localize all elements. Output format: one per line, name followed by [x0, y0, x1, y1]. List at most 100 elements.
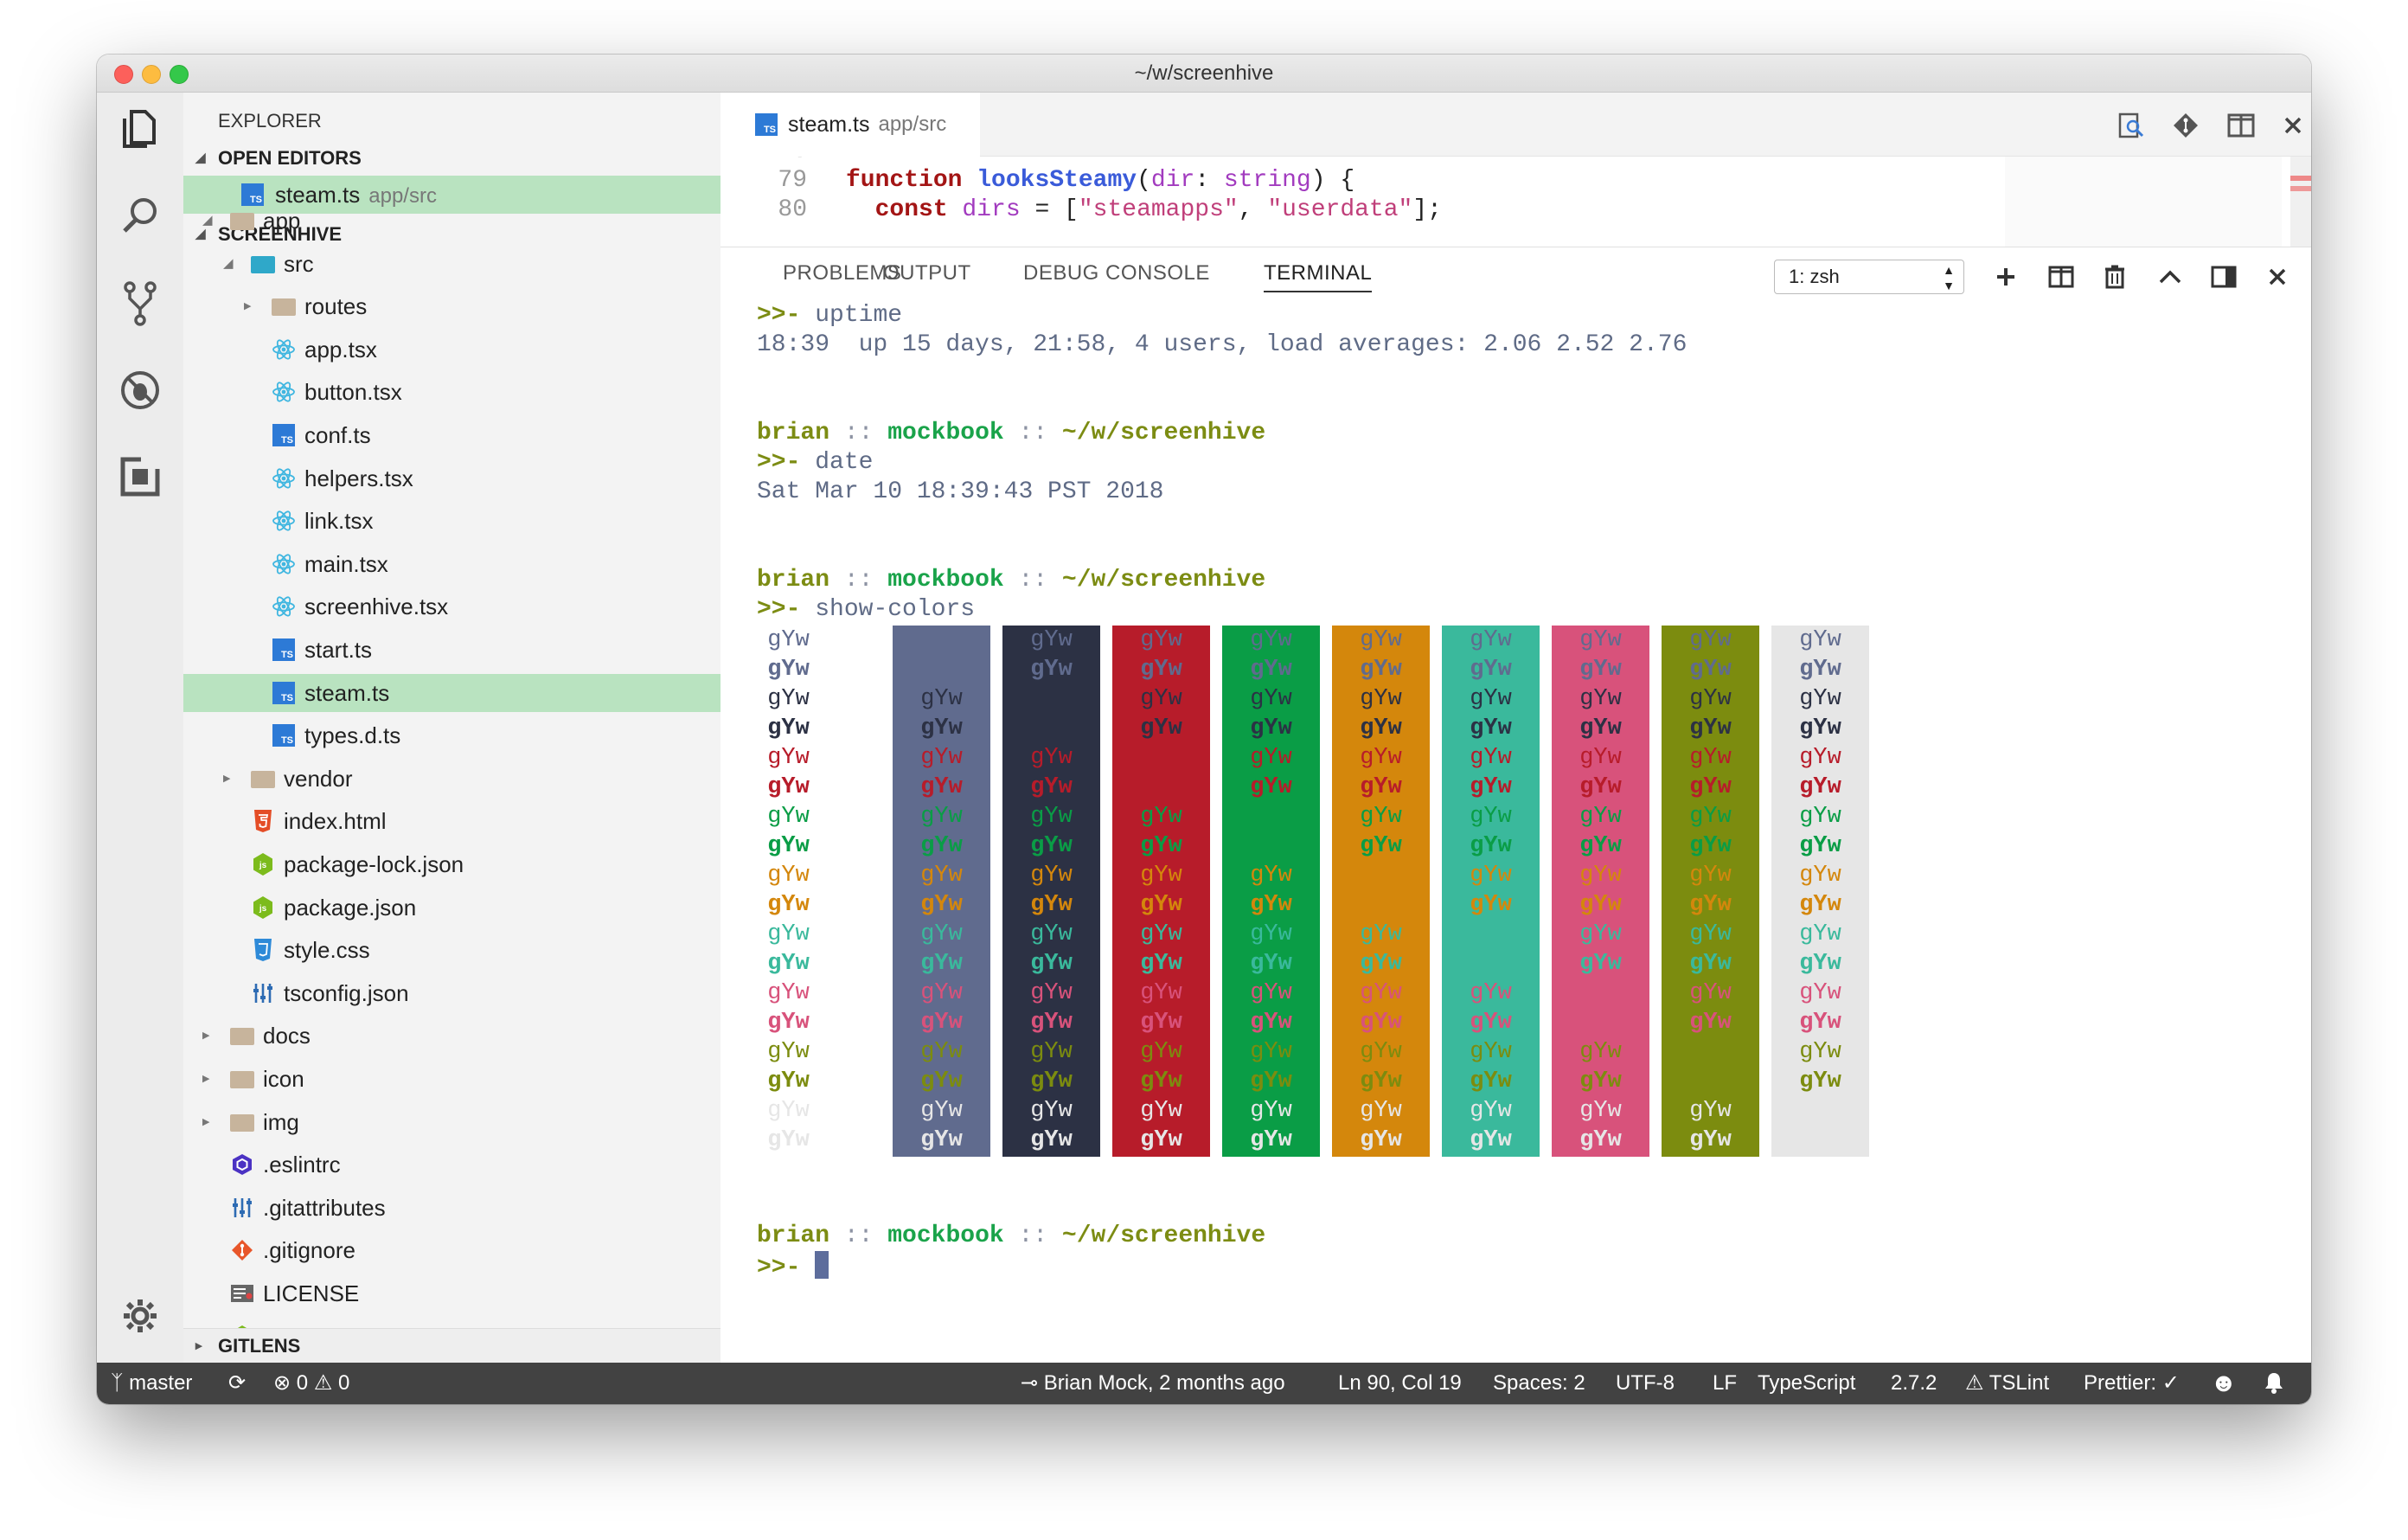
file-item[interactable]: .gitattributes — [183, 1189, 720, 1227]
encoding[interactable]: UTF-8 — [1616, 1363, 1675, 1404]
scroll-marker — [2290, 186, 2311, 191]
tree-item-label: index.html — [284, 808, 387, 835]
color-sample: gYw — [1250, 686, 1292, 712]
color-sample: gYw — [1140, 686, 1182, 712]
close-window-button[interactable] — [114, 65, 133, 84]
color-sample: gYw — [767, 715, 810, 741]
tab-terminal[interactable]: TERMINAL — [1264, 261, 1373, 292]
problems-status[interactable]: ⊗ 0 ⚠ 0 — [273, 1363, 349, 1404]
folder-item[interactable]: ◢ src — [183, 245, 720, 283]
trash-icon[interactable] — [2097, 260, 2132, 294]
file-item[interactable]: tsconfig.json — [183, 974, 720, 1012]
config-file-icon — [251, 981, 275, 1005]
ts-version[interactable]: 2.7.2 — [1891, 1363, 1937, 1404]
prettier-status[interactable]: Prettier: ✓ — [2084, 1363, 2180, 1404]
chevron-right-icon[interactable]: ▶ — [202, 1017, 209, 1055]
language-mode[interactable]: TypeScript — [1758, 1363, 1855, 1404]
color-sample: gYw — [1470, 686, 1512, 712]
file-item[interactable]: TS start.ts — [183, 631, 720, 669]
git-blame-status[interactable]: ⊸ Brian Mock, 2 months ago — [1021, 1363, 1285, 1404]
chevron-down-icon[interactable]: ◢ — [223, 245, 234, 283]
file-item[interactable]: button.tsx — [183, 373, 720, 411]
code-editor[interactable]: 78 79 function looksSteamy(dir: string) {8… — [720, 157, 2311, 247]
color-sample: gYw — [1689, 686, 1732, 712]
file-item[interactable]: .gitignore — [183, 1231, 720, 1269]
file-item[interactable]: app.tsx — [183, 330, 720, 369]
smiley-icon[interactable]: ☻ — [2210, 1363, 2238, 1404]
zoom-window-button[interactable] — [170, 65, 189, 84]
search-icon[interactable] — [116, 191, 164, 240]
explorer-icon[interactable] — [116, 105, 164, 153]
tab-debug-console[interactable]: DEBUG CONSOLE — [1023, 261, 1210, 286]
chevron-right-icon[interactable]: ▶ — [244, 287, 251, 325]
color-sample: gYw — [1799, 745, 1841, 771]
color-sample: gYw — [920, 980, 963, 1006]
tslint-status[interactable]: ⚠ TSLint — [1965, 1363, 2049, 1404]
folder-item[interactable]: ▶ docs — [183, 1017, 720, 1055]
file-item[interactable]: TS steam.ts — [183, 673, 720, 712]
indentation[interactable]: Spaces: 2 — [1493, 1363, 1585, 1404]
close-editor-icon[interactable] — [2277, 110, 2309, 141]
color-sample: gYw — [1470, 745, 1512, 771]
end-of-line[interactable]: LF — [1713, 1363, 1737, 1404]
color-sample: gYw — [767, 833, 810, 859]
folder-item[interactable]: ▶ routes — [183, 287, 720, 325]
bell-icon[interactable] — [2264, 1363, 2284, 1404]
react-icon — [272, 594, 296, 619]
sync-icon[interactable]: ⟳ — [228, 1363, 246, 1404]
folder-item[interactable]: ◢ app — [183, 202, 720, 240]
tab-output[interactable]: OUTPUT — [883, 261, 971, 286]
close-panel-icon[interactable] — [2260, 260, 2295, 294]
color-sample: gYw — [1250, 951, 1292, 977]
minimap[interactable] — [2005, 157, 2282, 247]
color-sample: gYw — [1140, 951, 1182, 977]
react-icon — [272, 466, 296, 491]
file-item[interactable]: js package.json — [183, 889, 720, 927]
tree-item-label: app — [263, 208, 301, 234]
extensions-icon[interactable] — [116, 452, 164, 501]
chevron-down-icon[interactable]: ◢ — [202, 202, 213, 240]
chevron-down-icon: ◢ — [195, 151, 206, 165]
color-sample: gYw — [1140, 1039, 1182, 1065]
color-sample: gYw — [1030, 951, 1073, 977]
source-control-icon[interactable] — [116, 279, 164, 328]
file-item[interactable]: .eslintrc — [183, 1145, 720, 1184]
file-item[interactable]: link.tsx — [183, 502, 720, 540]
file-item[interactable]: helpers.tsx — [183, 459, 720, 497]
toggle-panel-position-icon[interactable] — [2206, 260, 2241, 294]
file-item[interactable]: index.html — [183, 802, 720, 840]
chevron-right-icon[interactable]: ▶ — [202, 1103, 209, 1141]
file-item[interactable]: style.css — [183, 931, 720, 969]
open-preview-icon[interactable] — [2116, 110, 2147, 141]
file-item[interactable]: LICENSE — [183, 1274, 720, 1312]
open-editors-header[interactable]: ◢ OPEN EDITORS — [183, 141, 720, 176]
folder-item[interactable]: ▶ icon — [183, 1060, 720, 1098]
folder-item[interactable]: ▶ vendor — [183, 760, 720, 798]
color-sample: gYw — [767, 863, 810, 889]
gitlens-header[interactable]: ▸ GITLENS — [183, 1328, 720, 1363]
file-item[interactable]: js package-lock.json — [183, 845, 720, 883]
new-terminal-icon[interactable] — [1989, 260, 2023, 294]
split-terminal-icon[interactable] — [2044, 260, 2078, 294]
color-sample: gYw — [1470, 1068, 1512, 1094]
minimize-window-button[interactable] — [142, 65, 161, 84]
chevron-right-icon[interactable]: ▶ — [202, 1060, 209, 1098]
split-editor-icon[interactable] — [2225, 110, 2257, 141]
gear-icon[interactable] — [116, 1292, 164, 1340]
git-compare-icon[interactable] — [2170, 110, 2201, 141]
scrollbar[interactable] — [2290, 157, 2311, 247]
chevron-up-icon[interactable] — [2153, 260, 2187, 294]
folder-item[interactable]: ▶ img — [183, 1103, 720, 1141]
file-item[interactable]: TS conf.ts — [183, 416, 720, 454]
debug-icon[interactable] — [116, 366, 164, 414]
editor-tab-steam-ts[interactable]: TS steam.ts app/src — [720, 93, 980, 157]
branch-status[interactable]: ᛉ master — [111, 1363, 192, 1404]
bottom-panel: PROBLEMS OUTPUT DEBUG CONSOLE TERMINAL 1… — [720, 247, 2311, 1401]
cursor-position[interactable]: Ln 90, Col 19 — [1338, 1363, 1462, 1404]
color-sample: gYw — [920, 1039, 963, 1065]
chevron-right-icon[interactable]: ▶ — [223, 760, 230, 798]
file-item[interactable]: screenhive.tsx — [183, 587, 720, 626]
terminal-select[interactable]: 1: zsh ▲ ▼ — [1774, 260, 1964, 294]
file-item[interactable]: main.tsx — [183, 545, 720, 583]
file-item[interactable]: TS types.d.ts — [183, 716, 720, 754]
